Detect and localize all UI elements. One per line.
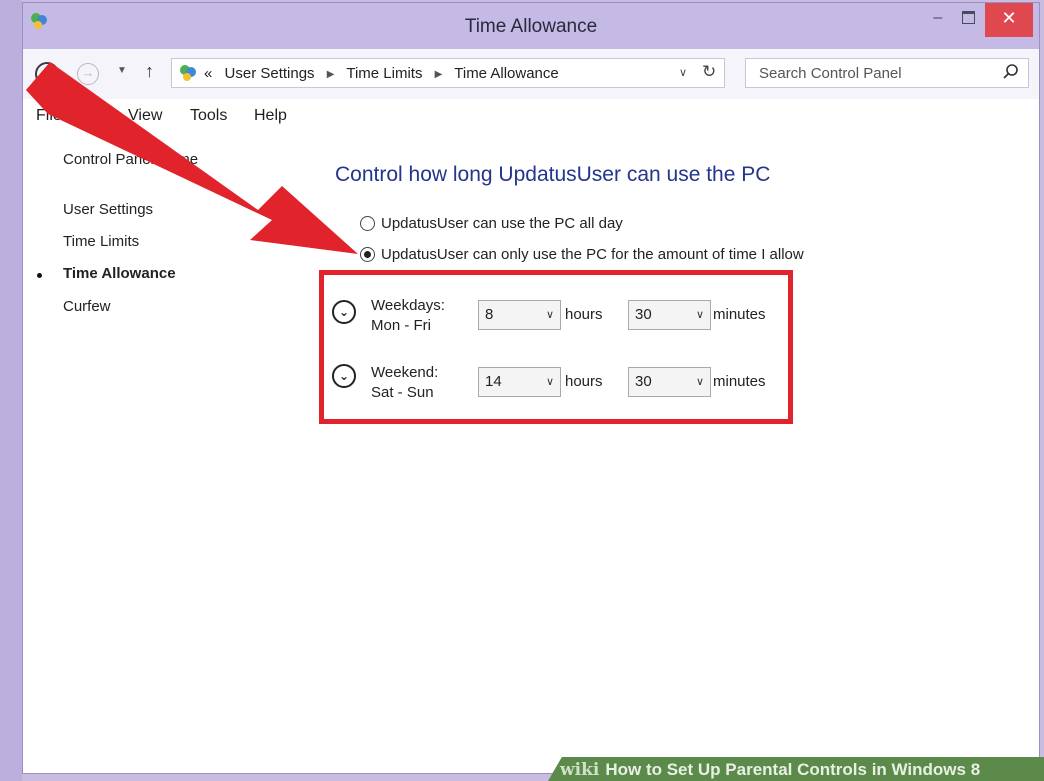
forward-button[interactable]: → xyxy=(77,63,99,85)
control-panel-window: Time Allowance – ✕ ← → ▼ ↑ « User Settin… xyxy=(22,2,1040,774)
maximize-button[interactable] xyxy=(953,3,983,37)
sidebar-item-user-settings[interactable]: User Settings xyxy=(63,201,153,218)
back-button[interactable]: ← xyxy=(35,62,59,86)
maximize-icon xyxy=(961,11,975,25)
option-time-limit-label: UpdatusUser can only use the PC for the … xyxy=(381,246,804,263)
current-page-bullet xyxy=(37,273,42,278)
breadcrumb: « User Settings ▶ Time Limits ▶ Time All… xyxy=(204,65,559,82)
menu-file[interactable]: File xyxy=(36,107,62,125)
watermark-brand: wiki xyxy=(560,760,600,780)
close-button[interactable]: ✕ xyxy=(985,3,1033,37)
radio-all-day[interactable] xyxy=(360,216,375,231)
search-input[interactable] xyxy=(746,59,1009,87)
sidebar-item-curfew[interactable]: Curfew xyxy=(63,298,111,315)
address-dropdown-button[interactable]: ∨ xyxy=(679,66,687,79)
watermark-title: How to Set Up Parental Controls in Windo… xyxy=(605,760,981,779)
breadcrumb-time-limits[interactable]: Time Limits xyxy=(346,65,422,82)
menu-help[interactable]: Help xyxy=(254,107,287,125)
search-icon[interactable] xyxy=(1002,63,1020,81)
breadcrumb-overflow[interactable]: « xyxy=(204,65,212,82)
page-title: Control how long UpdatusUser can use the… xyxy=(335,163,771,186)
option-all-day-label: UpdatusUser can use the PC all day xyxy=(381,215,623,232)
sidebar-control-panel-home[interactable]: Control Panel Home xyxy=(63,151,198,168)
menu-bar: File Edit View Tools Help xyxy=(23,99,1039,133)
chevron-right-icon: ▶ xyxy=(326,68,335,80)
refresh-button[interactable]: ↻ xyxy=(702,62,716,82)
highlight-box xyxy=(319,270,793,424)
sidebar-item-time-allowance[interactable]: Time Allowance xyxy=(63,265,176,282)
control-panel-icon xyxy=(180,65,196,81)
watermark: wiki How to Set Up Parental Controls in W… xyxy=(560,760,980,780)
sidebar-item-time-limits[interactable]: Time Limits xyxy=(63,233,139,250)
chevron-right-icon: ▶ xyxy=(434,68,443,80)
up-button[interactable]: ↑ xyxy=(145,61,154,82)
menu-view[interactable]: View xyxy=(128,107,162,125)
radio-time-limit[interactable] xyxy=(360,247,375,262)
breadcrumb-time-allowance[interactable]: Time Allowance xyxy=(454,65,559,82)
search-box xyxy=(745,58,1029,88)
title-bar: Time Allowance – ✕ xyxy=(23,3,1039,49)
breadcrumb-user-settings[interactable]: User Settings xyxy=(225,65,315,82)
menu-edit[interactable]: Edit xyxy=(83,107,111,125)
recent-locations-button[interactable]: ▼ xyxy=(117,65,127,76)
background-strip xyxy=(0,0,22,781)
window-title: Time Allowance xyxy=(464,16,598,37)
menu-tools[interactable]: Tools xyxy=(190,107,227,125)
address-bar[interactable]: « User Settings ▶ Time Limits ▶ Time All… xyxy=(171,58,725,88)
navigation-bar: ← → ▼ ↑ « User Settings ▶ Time Limits ▶ … xyxy=(23,49,1039,99)
minimize-button[interactable]: – xyxy=(923,3,953,37)
